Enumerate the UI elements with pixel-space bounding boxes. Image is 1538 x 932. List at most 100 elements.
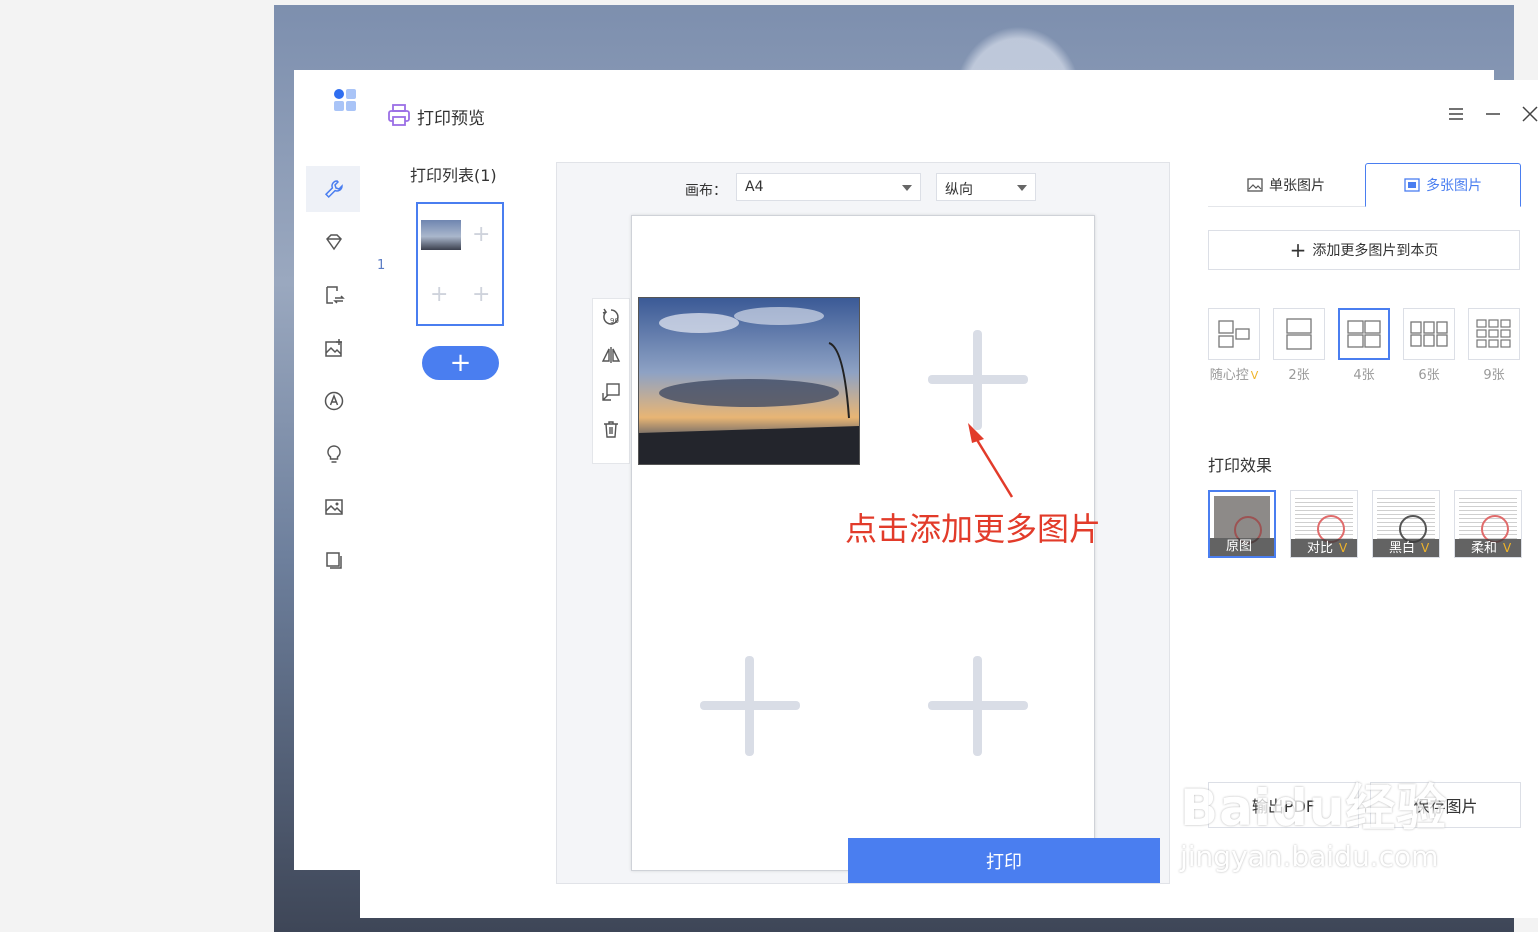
svg-text:90: 90 <box>610 317 619 325</box>
effect-label: 原图 <box>1210 538 1274 556</box>
sidebar-copy-button[interactable] <box>306 537 362 583</box>
export-pdf-button[interactable]: 输出PDF <box>1208 782 1359 828</box>
trash-icon <box>604 420 618 438</box>
layout-4[interactable]: 4张 <box>1338 308 1390 383</box>
sidebar-convert-button[interactable] <box>306 272 362 318</box>
layout-label: 随心控 V <box>1208 364 1260 383</box>
print-button[interactable]: 打印 <box>848 838 1160 883</box>
sidebar-gem-button[interactable] <box>306 219 362 265</box>
image-mode-tabs: 单张图片 多张图片 <box>1208 162 1521 207</box>
save-image-button[interactable]: 保存图片 <box>1370 782 1521 828</box>
add-more-images-button[interactable]: + 添加更多图片到本页 <box>1208 230 1520 270</box>
add-more-label: 添加更多图片到本页 <box>1312 243 1439 259</box>
paper-size-select[interactable]: A4 <box>736 173 921 201</box>
layout-4-thumb <box>1338 308 1390 360</box>
effect-original[interactable]: 原图 <box>1208 490 1276 558</box>
flip-button[interactable] <box>593 336 629 373</box>
effect-label-text: 对比 <box>1307 541 1334 556</box>
flip-icon <box>601 346 621 363</box>
tab-label: 多张图片 <box>1426 178 1482 194</box>
tab-label: 单张图片 <box>1269 178 1325 194</box>
orientation-select[interactable]: 纵向 <box>936 173 1036 201</box>
replace-image-icon <box>602 382 620 401</box>
image-toolbar: 90 <box>592 298 630 464</box>
menu-icon[interactable] <box>1448 106 1464 122</box>
sidebar-tools-button[interactable] <box>306 166 362 212</box>
thumbnail-plus-icon: + <box>472 222 491 247</box>
orientation-value: 纵向 <box>945 182 973 198</box>
plus-icon <box>973 656 982 756</box>
lightbulb-icon <box>327 445 341 463</box>
vip-badge: V <box>1503 541 1512 555</box>
layout-label: 2张 <box>1288 368 1310 383</box>
chevron-down-icon <box>1017 185 1027 191</box>
add-image-slot-2[interactable] <box>928 330 1028 430</box>
photo-slot-1[interactable] <box>638 297 860 465</box>
page-index-label: 1 <box>377 258 386 273</box>
minimize-icon[interactable] <box>1485 106 1501 122</box>
effect-soft[interactable]: 柔和 V <box>1454 490 1522 558</box>
layout-9[interactable]: 9张 <box>1468 308 1520 383</box>
convert-icon <box>326 286 345 304</box>
layout-6-thumb <box>1403 308 1455 360</box>
effect-label: 对比 V <box>1291 539 1357 557</box>
dialog-title: 打印预览 <box>417 109 485 129</box>
layout-label-text: 随心控 <box>1209 368 1249 383</box>
sidebar-text-button[interactable] <box>306 378 362 424</box>
effect-label-text: 原图 <box>1226 539 1253 554</box>
replace-image-button[interactable] <box>593 373 629 410</box>
effect-label: 柔和 V <box>1455 539 1521 557</box>
layout-6-icon <box>1410 321 1448 347</box>
layout-2[interactable]: 2张 <box>1273 308 1325 383</box>
page-thumbnail[interactable]: + + + <box>416 202 504 326</box>
add-image-slot-3[interactable] <box>700 656 800 756</box>
image-icon <box>1247 178 1263 192</box>
image-edit-icon <box>325 339 342 357</box>
canvas-label: 画布： <box>685 183 727 199</box>
dialog-titlebar: 打印预览 <box>360 80 1538 150</box>
layout-4-icon <box>1347 320 1381 348</box>
wrench-icon <box>324 180 343 199</box>
chevron-down-icon <box>902 185 912 191</box>
sidebar-picture-button[interactable] <box>306 484 362 530</box>
app-sidebar <box>306 166 362 590</box>
annotation-arrow <box>968 423 1014 498</box>
layout-label: 6张 <box>1418 368 1440 383</box>
rotate-icon: 90 <box>602 308 619 325</box>
add-page-button[interactable]: + <box>422 346 499 380</box>
tab-multi-image[interactable]: 多张图片 <box>1365 163 1521 207</box>
effect-label-text: 柔和 <box>1471 541 1498 556</box>
delete-image-button[interactable] <box>593 410 629 447</box>
thumbnail-plus-icon: + <box>472 282 491 307</box>
print-effect-title: 打印效果 <box>1208 456 1273 475</box>
thumbnail-photo <box>421 220 461 250</box>
printer-icon <box>388 104 410 126</box>
images-icon <box>1404 178 1420 192</box>
effect-label-text: 黑白 <box>1389 541 1416 556</box>
layout-label: 4张 <box>1353 368 1375 383</box>
close-icon[interactable] <box>1522 106 1538 122</box>
layout-free-thumb <box>1208 308 1260 360</box>
plus-icon <box>745 656 754 756</box>
rotate-90-button[interactable]: 90 <box>593 299 629 336</box>
diamond-icon <box>326 234 342 251</box>
add-image-slot-4[interactable] <box>928 656 1028 756</box>
vip-badge: V <box>1421 541 1430 555</box>
layout-free[interactable]: 随心控 V <box>1208 308 1260 383</box>
plus-icon: + <box>1289 238 1307 262</box>
print-list-title: 打印列表(1) <box>410 166 497 185</box>
sidebar-image-edit-button[interactable] <box>306 325 362 371</box>
layout-2-icon <box>1286 318 1312 350</box>
sidebar-bulb-button[interactable] <box>306 431 362 477</box>
effect-contrast[interactable]: 对比 V <box>1290 490 1358 558</box>
text-circle-icon <box>324 391 344 411</box>
print-preview-dialog: 打印预览 打印列表(1) 1 + + + + 画布： A4 纵向 90 点击添加… <box>360 80 1538 918</box>
layout-2-thumb <box>1273 308 1325 360</box>
sunset-photo <box>639 298 859 464</box>
vip-badge: V <box>1250 369 1259 382</box>
layout-6[interactable]: 6张 <box>1403 308 1455 383</box>
plus-icon <box>973 330 982 430</box>
tab-single-image[interactable]: 单张图片 <box>1208 163 1364 207</box>
app-logo-icon <box>334 89 358 113</box>
effect-bw[interactable]: 黑白 V <box>1372 490 1440 558</box>
